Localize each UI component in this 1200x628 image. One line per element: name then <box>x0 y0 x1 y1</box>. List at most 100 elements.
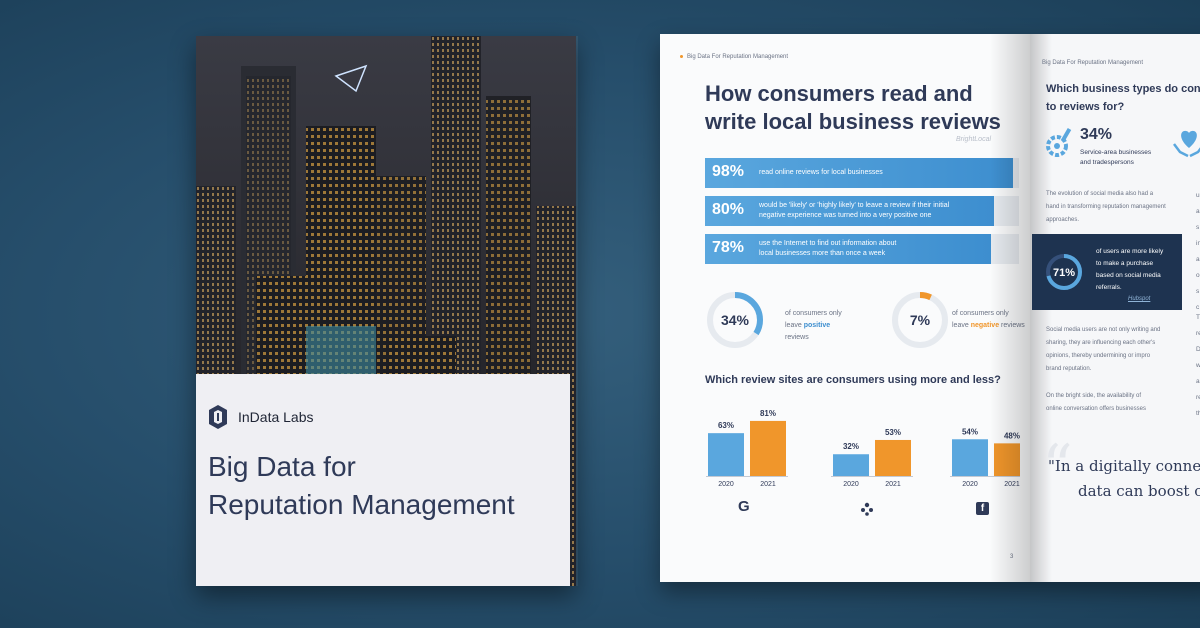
cut-off-column: u a s in al o s c <box>1196 188 1200 316</box>
stat-bar: 78% use the Internet to find out informa… <box>705 234 1019 264</box>
body-paragraph: The evolution of social media also had a… <box>1046 188 1198 227</box>
cut-off-text: o <box>1196 272 1200 279</box>
paragraph-line: opinions, thereby undermining or impro <box>1046 353 1151 359</box>
yelp-icon <box>861 502 873 516</box>
stat-bar: 98% read online reviews for local busine… <box>705 158 1019 188</box>
google-icon: G <box>738 498 750 515</box>
stat-description: use the Internet to find out information… <box>759 239 896 259</box>
cut-off-column: T re D w ar re th <box>1196 310 1200 422</box>
donut-text-suffix: reviews <box>999 322 1025 329</box>
question-line: Which business types do consu <box>1046 83 1200 95</box>
review-sites-bar-chart: 63% 2020 81% 2021 32% 2020 53% 2021 54% 2020 48% 20… <box>706 409 1020 488</box>
cover-title-panel: InData Labs Big Data for Reputation Mana… <box>196 374 570 586</box>
right-stat-line: and tradespersons <box>1080 159 1134 166</box>
bar-facebook-2021 <box>994 443 1020 476</box>
brand: InData Labs <box>208 404 314 430</box>
cut-off-text: u <box>1196 192 1200 199</box>
stat-bar: 80% would be 'likely' or 'highly likely'… <box>705 196 1019 226</box>
cut-off-text: re <box>1196 394 1200 401</box>
donut-stat-positive: 34% of consumers only leave positive rev… <box>705 290 855 360</box>
card-text: of users are more likely to make a purch… <box>1096 246 1178 294</box>
donut-stat-negative: 7% of consumers only leave negative revi… <box>890 290 1030 360</box>
bar-tick-label: 2021 <box>760 481 776 488</box>
donut-text-prefix: leave <box>952 322 971 329</box>
paragraph-line: The evolution of social media also had a <box>1046 191 1154 197</box>
card-text-line: of users are more likely <box>1096 248 1164 255</box>
paragraph-line: approaches. <box>1046 217 1080 223</box>
ebook-cover: InData Labs Big Data for Reputation Mana… <box>196 36 576 586</box>
cut-off-text: s <box>1196 224 1200 231</box>
cut-off-text: s <box>1196 288 1200 295</box>
stat-percent: 80% <box>712 201 745 218</box>
donut-highlight: positive <box>803 322 831 329</box>
body-paragraph: On the bright side, the availability of … <box>1046 390 1198 416</box>
right-page-question: Which business types do consu to reviews… <box>1046 80 1200 116</box>
running-head: Big Data For Reputation Management <box>1042 60 1144 66</box>
cover-title-line-1: Big Data for <box>208 451 356 482</box>
donut-description: of consumers only leave negative reviews <box>952 308 1025 332</box>
gear-wrench-icon <box>1046 127 1072 157</box>
right-page: Big Data For Reputation Management Which… <box>1030 34 1200 582</box>
body-paragraph: Social media users are not only writing … <box>1046 324 1198 376</box>
page-headline: How consumers read and write local busin… <box>705 80 1005 136</box>
stat-description: read online reviews for local businesses <box>759 168 883 178</box>
stat-description-line: use the Internet to find out information… <box>759 240 897 247</box>
running-head-text: Big Data For Reputation Management <box>687 54 789 60</box>
quote-line: "In a digitally connect <box>1048 457 1200 475</box>
donut-description-line: leave negative reviews <box>952 320 1025 332</box>
donut-description-line: of consumers only <box>785 310 842 317</box>
cover-title: Big Data for Reputation Management <box>208 448 568 524</box>
stat-percent: 78% <box>712 239 745 256</box>
card-text-line: based on social media <box>1096 272 1161 279</box>
right-stat-line: Service-area businesses <box>1080 149 1152 156</box>
stat-description-line: would be 'likely' or 'highly likely' to … <box>759 202 950 209</box>
cut-off-text: w <box>1196 362 1200 369</box>
right-stat-description: Service-area businesses and tradesperson… <box>1080 148 1172 168</box>
headline-line-1: How consumers read and <box>705 81 973 106</box>
running-head-dot-icon <box>680 54 683 58</box>
bar-tick-label: 2021 <box>885 481 901 488</box>
paragraph-line: Social media users are not only writing … <box>1046 327 1161 333</box>
highlight-card: 71% of users are more likely to make a p… <box>1032 234 1182 310</box>
paragraph-line: online conversation offers businesses <box>1046 406 1146 412</box>
question-line: to reviews for? <box>1046 101 1125 113</box>
paragraph-line: On the bright side, the availability of <box>1046 393 1142 399</box>
card-source-link[interactable]: Hubspot <box>1128 296 1150 302</box>
page-number: 3 <box>1010 554 1014 560</box>
donut-description-line: of consumers only <box>952 310 1009 317</box>
bar-tick-label: 2020 <box>843 481 859 488</box>
bar-data-label: 32% <box>843 442 859 451</box>
facebook-icon: f <box>976 502 989 515</box>
left-page: Big Data For Reputation Management How c… <box>660 34 1030 582</box>
cut-off-text: in <box>1196 240 1200 247</box>
stat-description-line: local businesses more than once a week <box>759 250 886 257</box>
donut-text-prefix: leave <box>785 322 804 329</box>
cut-off-text: ar <box>1196 378 1200 385</box>
donut-text-suffix: reviews <box>785 334 809 341</box>
bar-yelp-2021 <box>875 439 911 476</box>
stat-percent: 98% <box>712 163 745 180</box>
source-label: BrightLocal <box>956 136 992 143</box>
heart-hands-icon <box>1173 130 1200 158</box>
brand-name: InData Labs <box>238 409 314 425</box>
cut-off-text: T <box>1196 314 1200 321</box>
cut-off-text: re <box>1196 330 1200 337</box>
bar-data-label: 48% <box>1004 431 1020 440</box>
section-question: Which review sites are consumers using m… <box>705 374 1001 386</box>
bar-tick-label: 2020 <box>962 481 978 488</box>
stat-description-line: negative experience was turned into a ve… <box>759 212 932 219</box>
bar-data-label: 63% <box>718 421 734 430</box>
donut-highlight: negative <box>970 322 1000 329</box>
card-text-line: referrals. <box>1096 284 1122 291</box>
bar-facebook-2020 <box>952 439 988 476</box>
paragraph-line: hand in transforming reputation manageme… <box>1046 204 1166 210</box>
donut-description: of consumers only leave positive reviews <box>785 308 855 344</box>
stat-description: would be 'likely' or 'highly likely' to … <box>759 201 949 221</box>
bar-data-label: 81% <box>760 409 776 418</box>
donut-description-line: leave positive reviews <box>785 320 855 344</box>
bar-data-label: 54% <box>962 427 978 436</box>
headline-line-2: write local business reviews <box>705 109 1001 134</box>
quote-line: data can boost o <box>1078 482 1200 500</box>
indata-labs-logo-icon <box>209 405 227 429</box>
bar-g-2020 <box>708 433 744 476</box>
